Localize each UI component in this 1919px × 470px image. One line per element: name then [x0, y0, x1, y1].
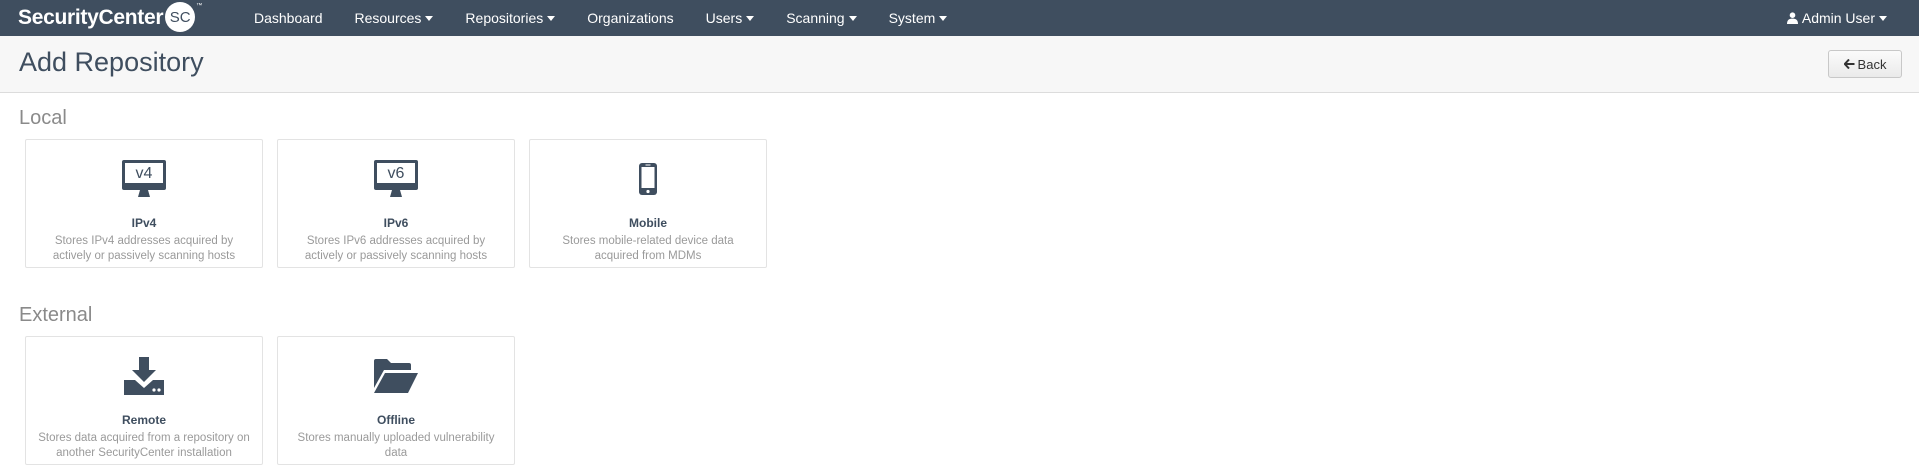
card-title-ipv4: IPv4 [131, 216, 157, 230]
repo-card-ipv4[interactable]: v4 IPv4 Stores IPv4 addresses acquired b… [25, 139, 263, 268]
caret-down-icon [939, 15, 948, 21]
nav-dashboard[interactable]: Dashboard [254, 0, 323, 36]
page-title: Add Repository [19, 47, 204, 77]
card-title-offline: Offline [377, 413, 415, 427]
page-header: Add Repository Back [0, 36, 1919, 93]
card-desc-offline: Stores manually uploaded vulnerability d… [297, 432, 495, 459]
nav-scanning[interactable]: Scanning [786, 0, 857, 36]
card-desc-ipv6: Stores IPv6 addresses acquired by active… [304, 235, 488, 262]
caret-down-icon [848, 15, 857, 21]
nav-system[interactable]: System [889, 0, 948, 36]
top-navbar: SecurityCenter SC ™ Dashboard Resources … [0, 0, 1919, 36]
nav-repositories[interactable]: Repositories [465, 0, 556, 36]
card-desc-ipv4: Stores IPv4 addresses acquired by active… [52, 235, 236, 262]
brand-badge: SC [165, 2, 196, 32]
nav-resources-label: Resources [354, 10, 422, 26]
brand-trademark: ™ [196, 3, 203, 9]
repo-card-mobile[interactable]: Mobile Stores mobile-related device data… [529, 139, 767, 268]
nav-dashboard-label: Dashboard [254, 10, 323, 26]
card-desc-remote: Stores data acquired from a repository o… [38, 432, 250, 459]
folder-open-icon [278, 355, 514, 397]
monitor-v6-text: v6 [388, 165, 405, 182]
monitor-v4-icon: v4 [26, 158, 262, 200]
card-title-remote: Remote [121, 413, 166, 427]
repo-card-offline[interactable]: Offline Stores manually uploaded vulnera… [277, 336, 515, 465]
caret-down-icon [746, 15, 755, 21]
caret-down-icon [425, 15, 434, 21]
nav-repositories-label: Repositories [465, 10, 544, 26]
section-title-local: Local [19, 107, 67, 129]
nav-organizations-label: Organizations [587, 10, 674, 26]
repo-card-remote[interactable]: Remote Stores data acquired from a repos… [25, 336, 263, 465]
user-menu-label: Admin User [1801, 10, 1875, 26]
caret-down-icon [1879, 15, 1887, 21]
section-title-external: External [19, 304, 93, 326]
arrow-left-icon [1843, 59, 1855, 69]
card-title-ipv6: IPv6 [383, 216, 409, 230]
back-button[interactable]: Back [1828, 50, 1902, 78]
monitor-v6-icon: v6 [278, 158, 514, 200]
nav-organizations[interactable]: Organizations [587, 0, 673, 36]
repo-card-ipv6[interactable]: v6 IPv6 Stores IPv6 addresses acquired b… [277, 139, 515, 268]
user-icon [1786, 12, 1798, 24]
mobile-phone-icon [530, 158, 766, 200]
brand-logo[interactable]: SecurityCenter SC ™ [18, 2, 203, 32]
nav-users-label: Users [705, 10, 743, 26]
monitor-v4-text: v4 [136, 165, 153, 182]
nav-scanning-label: Scanning [786, 10, 845, 26]
card-title-mobile: Mobile [629, 216, 667, 230]
main-nav: Dashboard Resources Repositories Organiz… [254, 0, 979, 36]
download-icon [26, 355, 262, 397]
nav-system-label: System [888, 10, 936, 26]
user-menu[interactable]: Admin User [1786, 0, 1887, 36]
nav-users[interactable]: Users [706, 0, 755, 36]
back-button-label: Back [1857, 56, 1887, 72]
brand-name: SecurityCenter [18, 6, 164, 29]
card-desc-mobile: Stores mobile-related device data acquir… [562, 235, 734, 262]
nav-resources[interactable]: Resources [355, 0, 434, 36]
caret-down-icon [547, 15, 556, 21]
